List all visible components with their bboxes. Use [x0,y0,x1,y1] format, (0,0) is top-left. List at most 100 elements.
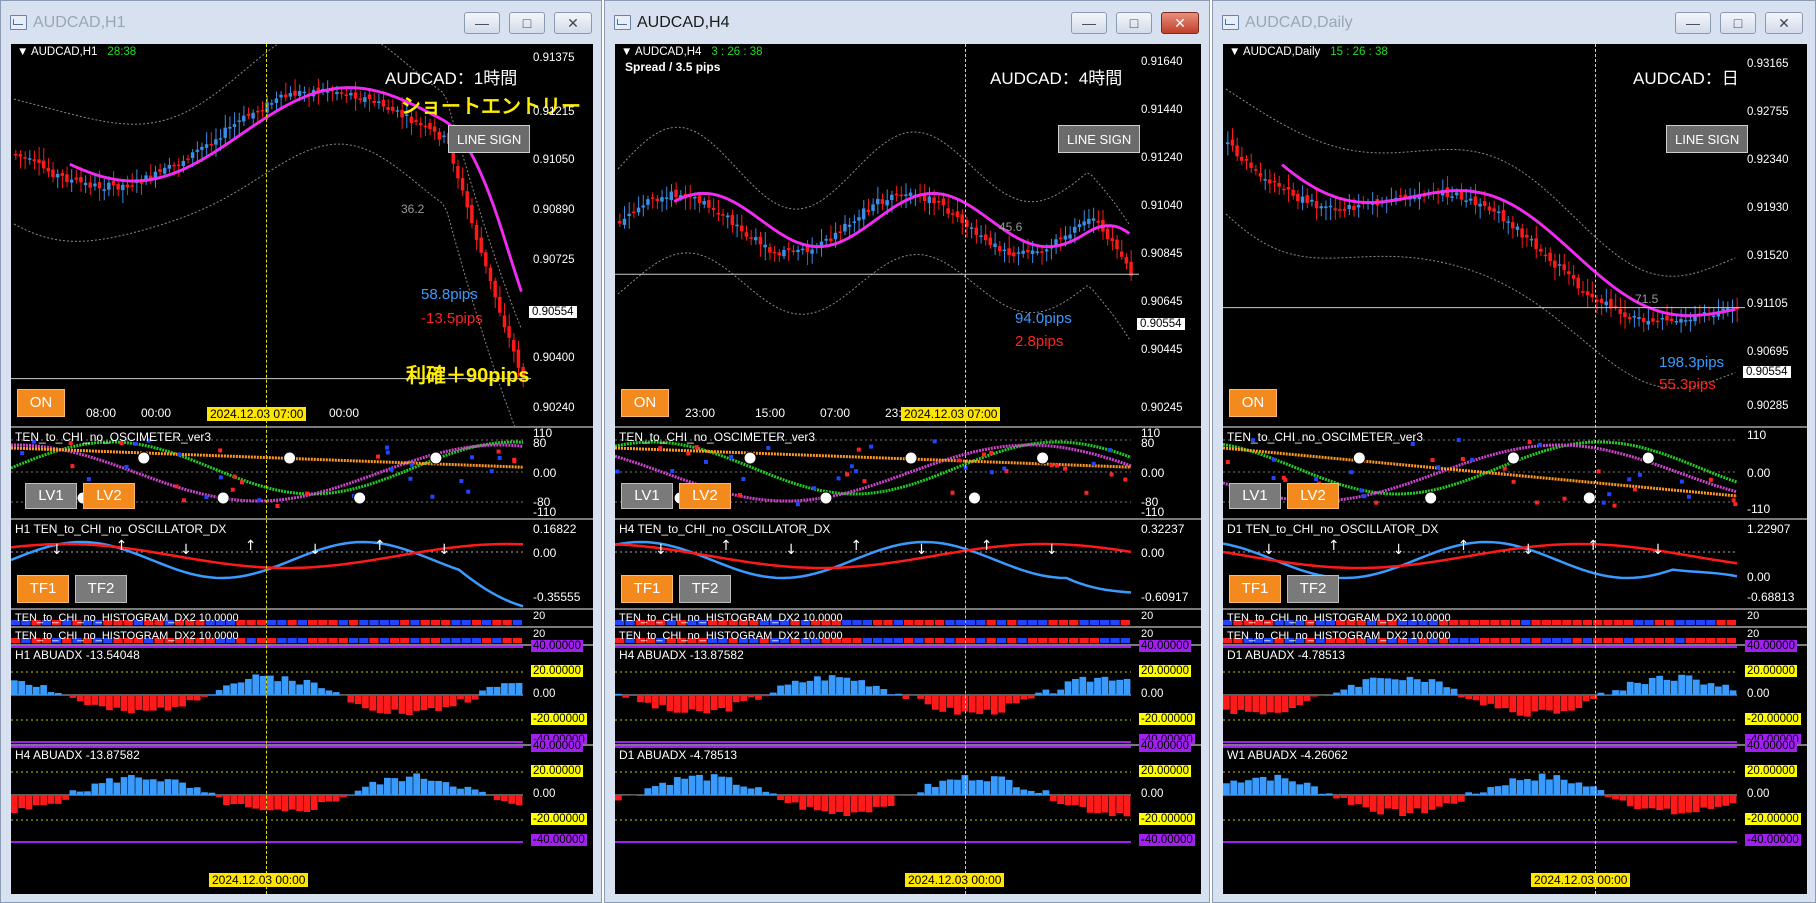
candle-body [1585,291,1590,296]
candle-body [1249,162,1253,168]
histogram-block [420,620,430,625]
abu-scale: -20.00000 [1139,813,1195,825]
histogram-block [502,638,512,643]
abu-bar [1546,779,1553,795]
tf2-button[interactable]: TF2 [679,575,731,603]
chart-window-h4[interactable]: AUDCAD,H4 — □ ✕ ▼ AUDCAD,H4 3 : 26 : 38 S… [604,0,1210,903]
line-sign-button[interactable]: LINE SIGN [448,125,531,153]
candle-body [65,174,69,182]
abu-bar [128,695,135,714]
abu-bar [651,786,659,795]
abu-bar [1443,687,1451,695]
lv2-button[interactable]: LV2 [1287,483,1339,509]
histogram-pane-2[interactable]: TEN_to_CHI_no_HISTOGRAM_DX2 10.0000 20 [11,628,593,644]
abuadx-pane-1[interactable]: H4 ABUADX -13.87582 40.00000 20.00000 0.… [615,640,1201,746]
abu-bar [435,695,442,711]
window-title-bar[interactable]: AUDCAD,H1 — □ ✕ [1,1,601,43]
chart-window-daily[interactable]: AUDCAD,Daily — □ ✕ ▼ AUDCAD,Daily 15 : 26… [1212,0,1816,903]
chart-area[interactable]: ▼ AUDCAD,Daily 15 : 26 : 38 AUDCAD：日 LINE… [1223,44,1807,894]
window-title-bar[interactable]: AUDCAD,H4 — □ ✕ [605,1,1209,43]
osc-dot [1349,470,1354,475]
price-pane[interactable]: ▼ AUDCAD,H4 3 : 26 : 38 Spread / 3.5 pips… [615,44,1201,426]
oscillator-dx-pane[interactable]: ↓ ↑ ↓ ↑ ↓ ↑ ↓ D1 TEN_to_CHI_no_OSCILLATOR_DX 1… [1223,520,1807,608]
abu-bar [427,780,435,795]
lv2-button[interactable]: LV2 [83,483,135,509]
lv1-button[interactable]: LV1 [25,483,77,509]
dx-arrow-icon: ↓ [438,542,450,558]
close-icon[interactable]: ✕ [554,12,592,34]
abu-bar [946,779,954,795]
abu-bar [296,795,303,811]
abu-bar [880,795,888,807]
abuadx-pane-2[interactable]: W1 ABUADX -4.26062 40.00000 20.00000 0.0… [1223,740,1807,846]
abu-bar [479,690,486,695]
abu-bar [895,693,902,695]
histogram-block [1572,620,1582,625]
candle-body [890,194,894,201]
price-pane[interactable]: ▼ AUDCAD,H1 28:38 AUDCAD：1時間 ショートエントリー LI… [11,44,593,426]
histogram-block [410,638,420,643]
on-button[interactable]: ON [1229,389,1277,417]
lv1-button[interactable]: LV1 [621,483,673,509]
price-pane[interactable]: ▼ AUDCAD,Daily 15 : 26 : 38 AUDCAD：日 LINE… [1223,44,1807,426]
histogram-pane-2[interactable]: TEN_to_CHI_no_HISTOGRAM_DX2 10.0000 20 [1223,628,1807,644]
abu-bar [252,674,260,695]
close-icon[interactable]: ✕ [1765,12,1803,34]
histogram-block [1469,620,1479,625]
candle-body [1553,260,1557,268]
abu-bar [106,695,113,711]
oscimeter-pane[interactable]: TEN_to_CHI_no_OSCIMETER_ver3 110 80 0.00… [615,426,1201,519]
oscillator-dx-pane[interactable]: ↓ ↑ ↓ ↑ ↓ ↑ ↓ H4 TEN_to_CHI_no_OSCILLATOR_DX 0… [615,520,1201,608]
close-icon[interactable]: ✕ [1161,12,1199,34]
abu-bar [1267,780,1274,795]
chart-window-h1[interactable]: AUDCAD,H1 — □ ✕ ▼ AUDCAD,H1 28:38 AUDCAD：… [0,0,602,903]
oscimeter-pane[interactable]: TEN_to_CHI_no_OSCIMETER_ver3 110 0.00 -1… [1223,428,1807,518]
minimize-icon[interactable]: — [1071,12,1107,34]
tf1-button[interactable]: TF1 [17,575,69,603]
on-button[interactable]: ON [621,389,669,417]
abu-bar [223,795,230,806]
line-sign-button[interactable]: LINE SIGN [1058,125,1141,153]
oscillator-dx-pane[interactable]: ↓ ↑ ↓ ↑ ↓ ↑ ↓ H1 TEN_to_CHI_no_OSCILLATOR_DX 0… [11,520,593,608]
abu-bar [806,680,814,695]
tf1-button[interactable]: TF1 [621,575,673,603]
chart-area[interactable]: ▼ AUDCAD,H1 28:38 AUDCAD：1時間 ショートエントリー LI… [11,44,593,894]
maximize-icon[interactable]: □ [1720,12,1756,34]
oscimeter-pane[interactable]: TEN_to_CHI_no_OSCIMETER_ver3 110 80 0.00… [11,426,593,519]
candle-body [190,152,195,159]
osc-dot [1534,500,1539,505]
tf1-button[interactable]: TF1 [1229,575,1281,603]
abu-bar [1362,679,1370,695]
abuadx-pane-1[interactable]: H1 ABUADX -13.54048 40.00000 20.00000 0.… [11,640,593,746]
maximize-icon[interactable]: □ [509,12,545,34]
histogram-pane-1[interactable]: TEN_to_CHI_no_HISTOGRAM_DX2 10.0000 20 [1223,610,1807,626]
minimize-icon[interactable]: — [1675,12,1711,34]
abuadx-pane-2[interactable]: H4 ABUADX -13.87582 40.00000 20.00000 0.… [11,740,593,846]
abu-bar [1369,795,1377,812]
lv1-button[interactable]: LV1 [1229,483,1281,509]
lv2-button[interactable]: LV2 [679,483,731,509]
line-sign-button[interactable]: LINE SIGN [1666,125,1749,153]
minimize-icon[interactable]: — [464,12,500,34]
abu-bar [1230,780,1238,795]
maximize-icon[interactable]: □ [1116,12,1152,34]
time-label: 07:00 [820,406,851,420]
tf2-button[interactable]: TF2 [1287,575,1339,603]
histogram-pane-2[interactable]: TEN_to_CHI_no_HISTOGRAM_DX2 10.0000 20 [615,628,1201,644]
abuadx-pane-2[interactable]: D1 ABUADX -4.78513 40.00000 20.00000 0.0… [615,740,1201,846]
abuadx-pane-1[interactable]: D1 ABUADX -4.78513 40.00000 20.00000 0.0… [1223,640,1807,746]
abu-scale: 20.00000 [1139,665,1191,677]
tf2-button[interactable]: TF2 [75,575,127,603]
window-title-bar[interactable]: AUDCAD,Daily — □ ✕ [1213,1,1815,43]
abu-scale: -40.00000 [1139,834,1195,846]
histogram-pane-1[interactable]: TEN_to_CHI_no_HISTOGRAM_DX2 10.0000 20 [615,610,1201,626]
dx-arrow-icon: ↑ [1458,538,1470,554]
current-price-tag: 0.90554 [1743,366,1791,378]
chart-area[interactable]: ▼ AUDCAD,H4 3 : 26 : 38 Spread / 3.5 pips… [615,44,1201,894]
signal-marker [967,491,981,505]
histogram-pane-1[interactable]: TEN_to_CHI_no_HISTOGRAM_DX2 10.0000 20 [11,610,593,626]
time-axis-label: 19 Nov 00:00 [715,874,787,888]
abu-bar [924,695,932,705]
candle-body [1310,199,1314,202]
on-button[interactable]: ON [17,389,65,417]
